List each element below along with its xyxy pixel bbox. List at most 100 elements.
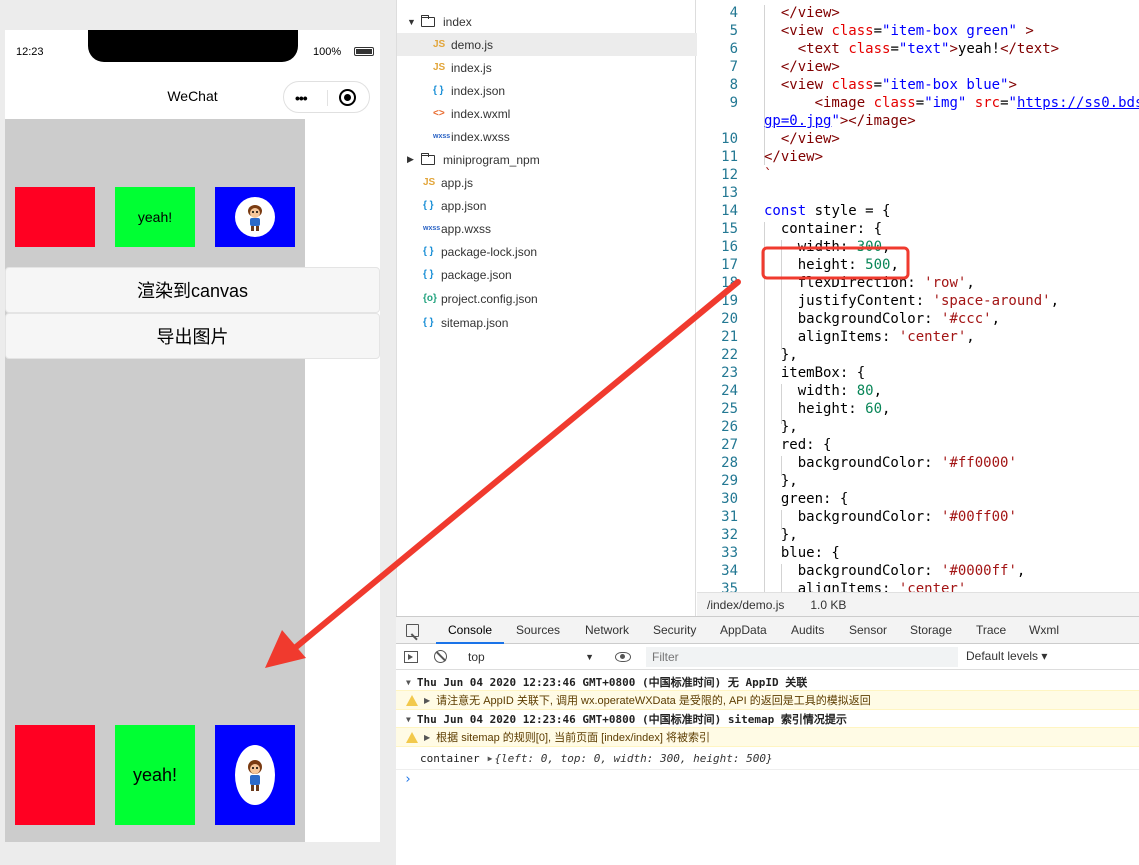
code-line: <view class="item-box green" > xyxy=(780,23,1034,39)
tree-file-package-lock-json[interactable]: { } package-lock.json xyxy=(397,240,697,263)
tree-folder-miniprogram-npm[interactable]: ▶ miniprogram_npm xyxy=(397,148,697,171)
line-number: 10 xyxy=(721,131,738,147)
tab-network[interactable]: Network xyxy=(585,617,629,644)
folder-icon xyxy=(421,152,435,165)
code-line: blue: { xyxy=(764,545,840,561)
battery-icon xyxy=(354,47,374,56)
container-object[interactable]: {left: 0, top: 0, width: 300, height: 50… xyxy=(494,752,772,765)
tree-file-package-json[interactable]: { } package.json xyxy=(397,263,697,286)
log-warning: ▶ 请注意无 AppID 关联下, 调用 wx.operateWXData 是受… xyxy=(396,690,1139,710)
code-line: justifyContent: 'space-around', xyxy=(764,293,1060,309)
tree-file-index-wxss[interactable]: wxss index.wxss xyxy=(397,125,697,148)
json-file-icon: { } xyxy=(423,317,434,328)
code-line: }, xyxy=(764,527,798,543)
line-number: 8 xyxy=(729,77,738,93)
green-box: yeah! xyxy=(115,187,195,247)
clear-console-icon[interactable] xyxy=(434,650,447,663)
tab-wxml[interactable]: Wxml xyxy=(1029,617,1059,644)
tab-console[interactable]: Console xyxy=(436,617,505,644)
code-line: backgroundColor: '#ff0000' xyxy=(764,455,1017,471)
tree-file-app-js[interactable]: JS app.js xyxy=(397,171,697,194)
line-number: 22 xyxy=(721,347,738,363)
log-group-header[interactable]: ▼ Thu Jun 04 2020 12:23:46 GMT+0800 (中国标… xyxy=(396,672,1139,692)
code-line: height: 60, xyxy=(764,401,891,417)
canvas-cartoon-avatar-icon xyxy=(248,760,262,791)
js-file-icon: JS xyxy=(433,39,446,50)
json-file-icon: { } xyxy=(423,200,434,211)
json-file-icon: { } xyxy=(423,246,434,257)
tree-folder-index[interactable]: ▼ index xyxy=(397,10,697,33)
code-line: red: { xyxy=(764,437,832,453)
tab-appdata[interactable]: AppData xyxy=(720,617,767,644)
devtools-panel: Console Sources Network Security AppData… xyxy=(396,616,1139,865)
capsule-menu[interactable]: ••• xyxy=(283,81,370,113)
canvas-avatar-image xyxy=(235,745,275,805)
caret-right-icon[interactable]: ▶ xyxy=(424,733,430,742)
wxss-file-icon: wxss xyxy=(423,225,441,232)
context-value: top xyxy=(468,650,485,664)
code-line: ` xyxy=(764,167,773,183)
line-number: 15 xyxy=(721,221,738,237)
line-number: 25 xyxy=(721,401,738,417)
wxml-file-icon: <> xyxy=(433,108,445,119)
code-line: <image class="img" src="https://ss0.bds xyxy=(814,95,1139,111)
sidebar-toggle-icon[interactable] xyxy=(404,651,418,663)
status-battery-text: 100% xyxy=(313,46,342,58)
caret-right-icon[interactable]: ▶ xyxy=(424,696,430,705)
export-image-button[interactable]: 导出图片 xyxy=(5,313,380,359)
tab-security[interactable]: Security xyxy=(653,617,696,644)
status-file-size: 1.0 KB xyxy=(810,597,847,612)
tree-file-index-js[interactable]: JS index.js xyxy=(397,56,697,79)
line-number: 14 xyxy=(721,203,738,219)
tree-file-app-json[interactable]: { } app.json xyxy=(397,194,697,217)
tree-file-sitemap-json[interactable]: { } sitemap.json xyxy=(397,311,697,334)
blue-box xyxy=(215,187,295,247)
eye-icon[interactable] xyxy=(615,652,631,662)
render-canvas-button[interactable]: 渲染到canvas xyxy=(5,267,380,313)
tree-file-demo-js[interactable]: JS demo.js xyxy=(397,33,697,56)
status-file-path: /index/demo.js xyxy=(707,597,785,612)
console-prompt[interactable]: › xyxy=(396,769,1139,789)
tab-sources[interactable]: Sources xyxy=(516,617,560,644)
status-time: 12:23 xyxy=(16,46,44,58)
caret-right-icon[interactable]: ▶ xyxy=(488,754,493,763)
code-line: <view class="item-box blue"> xyxy=(780,77,1017,93)
tree-file-project-config-json[interactable]: {o} project.config.json xyxy=(397,287,697,310)
tab-audits[interactable]: Audits xyxy=(791,617,824,644)
tree-file-app-wxss[interactable]: wxss app.wxss xyxy=(397,217,697,240)
dropdown-arrow-icon: ▼ xyxy=(585,652,594,662)
default-levels-dropdown[interactable]: Default levels ▾ xyxy=(966,649,1047,663)
tree-file-index-wxml[interactable]: <> index.wxml xyxy=(397,102,697,125)
line-number: 29 xyxy=(721,473,738,489)
tree-file-index-json[interactable]: { } index.json xyxy=(397,79,697,102)
line-number: 31 xyxy=(721,509,738,525)
line-number: 35 xyxy=(721,581,738,592)
code-line: width: 300, xyxy=(764,239,891,255)
line-number: 17 xyxy=(721,257,738,273)
log-group-header[interactable]: ▼ Thu Jun 04 2020 12:23:46 GMT+0800 (中国标… xyxy=(396,709,1139,729)
phone-screen: 12:23 100% WeChat ••• yeah! yeah! 渲染到can… xyxy=(5,30,380,842)
chevron-down-icon: ▼ xyxy=(407,16,416,27)
line-number: 20 xyxy=(721,311,738,327)
code-line: }, xyxy=(764,347,798,363)
inspect-element-icon[interactable] xyxy=(406,624,419,637)
phone-notch xyxy=(88,30,298,62)
json-file-icon: { } xyxy=(433,85,444,96)
close-target-icon[interactable] xyxy=(339,89,356,106)
more-icon[interactable]: ••• xyxy=(295,91,308,105)
code-line: green: { xyxy=(764,491,849,507)
line-number: 32 xyxy=(721,527,738,543)
config-file-icon: {o} xyxy=(423,293,437,304)
line-number: 5 xyxy=(729,23,738,39)
code-line: backgroundColor: '#ccc', xyxy=(764,311,1001,327)
context-select[interactable]: top ▼ xyxy=(460,647,600,667)
code-line: container: { xyxy=(764,221,883,237)
tab-storage[interactable]: Storage xyxy=(910,617,952,644)
tab-trace[interactable]: Trace xyxy=(976,617,1006,644)
code-editor[interactable]: 4 5 6 7 8 9 10 11 12 13 14 15 16 17 18 19 20 21 22 23 24 25 26… xyxy=(697,0,1139,592)
filter-input[interactable] xyxy=(646,647,958,667)
code-line: width: 80, xyxy=(764,383,883,399)
code-line: </view> xyxy=(764,149,824,165)
line-number: 33 xyxy=(721,545,738,561)
tab-sensor[interactable]: Sensor xyxy=(849,617,887,644)
